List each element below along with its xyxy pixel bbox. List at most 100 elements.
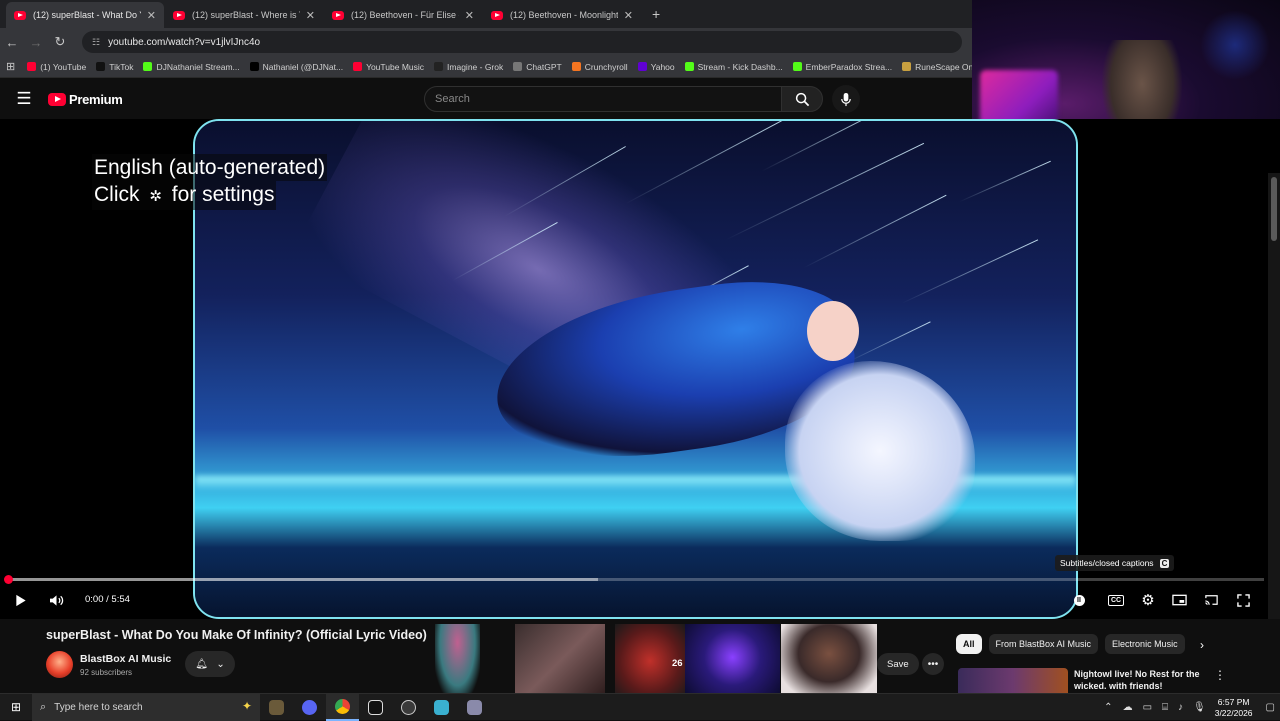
voice-search-button[interactable] <box>832 85 860 113</box>
play-icon <box>16 594 26 606</box>
network-icon[interactable]: ⌸ <box>1162 702 1168 713</box>
youtube-favicon-icon <box>173 10 185 20</box>
channel-avatar[interactable] <box>46 651 73 678</box>
bookmark-item[interactable]: (1) YouTube <box>27 62 86 72</box>
artwork-head <box>807 301 859 361</box>
search-button[interactable] <box>781 86 823 112</box>
logo-text: Premium <box>69 91 123 107</box>
close-icon[interactable]: ✕ <box>306 9 315 22</box>
video-player[interactable]: English (auto-generated) Click ✲ for set… <box>0 119 1280 619</box>
caption-line: Click ✲ for settings <box>92 181 277 210</box>
close-icon[interactable]: ✕ <box>147 9 156 22</box>
play-button[interactable] <box>9 589 33 611</box>
cast-button[interactable] <box>1199 589 1223 611</box>
more-vert-icon[interactable]: ⋮ <box>1214 668 1226 682</box>
settings-button[interactable]: ⚙ <box>1136 589 1160 611</box>
chevron-right-icon[interactable]: › <box>1200 638 1204 652</box>
taskbar-app-chrome[interactable] <box>326 693 359 721</box>
bookmark-item[interactable]: YouTube Music <box>353 62 424 72</box>
recommendation-title[interactable]: Nightowl live! No Rest for the wicked. w… <box>1074 668 1209 692</box>
app-icon <box>467 699 482 715</box>
site-info-icon[interactable]: ☷ <box>92 37 100 48</box>
browser-tab[interactable]: (12) superBlast - Where is Your Heart ✕ <box>165 2 323 28</box>
browser-tab[interactable]: (12) Beethoven - Moonlight Sonata ✕ <box>483 2 641 28</box>
bookmark-label: Crunchyroll <box>584 61 628 72</box>
windows-start-icon[interactable]: ⊞ <box>0 700 32 714</box>
scrollbar-thumb[interactable] <box>1271 177 1277 241</box>
url-field[interactable]: ☷ youtube.com/watch?v=v1jlvIJnc4o <box>82 31 962 53</box>
recommendation-thumbnail[interactable] <box>958 668 1068 693</box>
volume-icon[interactable]: ♪ <box>1178 702 1183 713</box>
bookmark-label: Imagine - Grok <box>447 61 504 72</box>
menu-icon[interactable]: ☰ <box>0 89 48 109</box>
like-count[interactable]: 26 <box>672 658 683 669</box>
bookmark-item[interactable]: EmberParadox Strea... <box>792 61 893 72</box>
browser-tab[interactable]: (12) Beethoven - Für Elise - Your ✕ <box>324 2 482 28</box>
close-icon[interactable]: ✕ <box>624 9 633 22</box>
subtitles-button[interactable]: CC <box>1104 589 1128 611</box>
taskbar-app-obs[interactable] <box>392 694 425 721</box>
progress-bar[interactable] <box>4 575 1264 584</box>
bookmark-item[interactable]: Imagine - Grok <box>434 62 503 72</box>
channel-name[interactable]: BlastBox AI Music <box>80 653 171 665</box>
bookmark-favicon-icon <box>571 62 581 71</box>
taskbar-app-capcut[interactable] <box>359 694 392 721</box>
new-tab-button[interactable]: + <box>642 2 670 28</box>
progress-loaded <box>8 578 599 581</box>
cloud-icon[interactable]: ☁ <box>1123 702 1133 713</box>
back-icon[interactable]: ← <box>0 35 24 50</box>
chrome-icon <box>335 698 350 714</box>
save-button[interactable]: Save <box>877 653 919 675</box>
tab-label: (12) Beethoven - Für Elise - Your <box>351 10 459 20</box>
forward-icon[interactable]: → <box>24 35 48 50</box>
scrubber-handle[interactable] <box>4 575 13 584</box>
youtube-favicon-icon <box>14 10 26 20</box>
taskbar-clock[interactable]: 6:57 PM 3/22/2026 <box>1215 697 1253 719</box>
filter-chip[interactable]: Electronic Music <box>1105 634 1185 654</box>
miniplayer-button[interactable] <box>1167 589 1191 611</box>
taskbar-app[interactable] <box>458 694 491 721</box>
filter-chip[interactable]: From BlastBox AI Music <box>988 634 1099 654</box>
bookmark-favicon-icon <box>792 62 802 71</box>
mute-button[interactable] <box>44 589 68 611</box>
taskbar-app[interactable] <box>425 694 458 721</box>
reload-icon[interactable]: ↻ <box>48 34 72 50</box>
tablet-icon[interactable]: ▭ <box>1143 702 1152 713</box>
bookmark-item[interactable]: Crunchyroll <box>571 61 628 72</box>
discord-icon <box>302 699 317 715</box>
clock-date: 3/22/2026 <box>1214 707 1253 718</box>
close-icon[interactable]: ✕ <box>465 9 474 22</box>
bookmark-item[interactable]: TikTok <box>96 62 133 72</box>
youtube-logo[interactable]: Premium <box>48 92 123 107</box>
bookmark-favicon-icon <box>249 62 259 71</box>
webcam-light <box>1200 10 1270 80</box>
taskbar-app-runescape[interactable] <box>260 694 293 721</box>
shortcut-key: C <box>1159 558 1170 568</box>
more-options-icon[interactable]: ••• <box>922 653 944 675</box>
taskbar-search-input[interactable]: ⌕ Type here to search ✦ <box>32 693 260 721</box>
bookmark-favicon-icon <box>96 62 106 71</box>
browser-tab[interactable]: (12) superBlast - What Do You Make Of In… <box>6 2 164 28</box>
bookmark-item[interactable]: ChatGPT <box>513 62 562 72</box>
bookmark-item[interactable]: DJNathaniel Stream... <box>143 62 240 72</box>
runescape-icon <box>269 699 284 715</box>
subscribed-button[interactable]: 🔔︎ ⌄ <box>185 651 235 677</box>
chevron-up-icon[interactable]: ⌃ <box>1104 702 1112 713</box>
search-input[interactable]: Search <box>424 86 782 112</box>
fullscreen-button[interactable] <box>1231 589 1255 611</box>
microphone-icon[interactable]: 🎙︎ <box>1193 702 1206 713</box>
microphone-icon <box>841 92 851 106</box>
bookmark-item[interactable]: Stream - Kick Dashb... <box>684 62 783 72</box>
page-scrollbar[interactable] <box>1268 173 1280 693</box>
filter-chip[interactable]: All <box>956 634 982 654</box>
autoplay-toggle[interactable]: II <box>1067 589 1091 611</box>
bookmark-item[interactable]: Yahoo <box>637 62 675 72</box>
taskbar-app-discord[interactable] <box>293 694 326 721</box>
bookmark-item[interactable]: Nathaniel (@DJNat... <box>249 62 343 72</box>
thumbnail-image <box>781 624 877 693</box>
apps-grid-icon[interactable]: ⊞ <box>6 60 15 73</box>
bookmark-label: EmberParadox Strea... <box>805 61 893 72</box>
bookmark-favicon-icon <box>513 62 523 71</box>
cast-icon <box>1204 595 1218 605</box>
notification-icon[interactable]: ▢ <box>1266 702 1275 713</box>
